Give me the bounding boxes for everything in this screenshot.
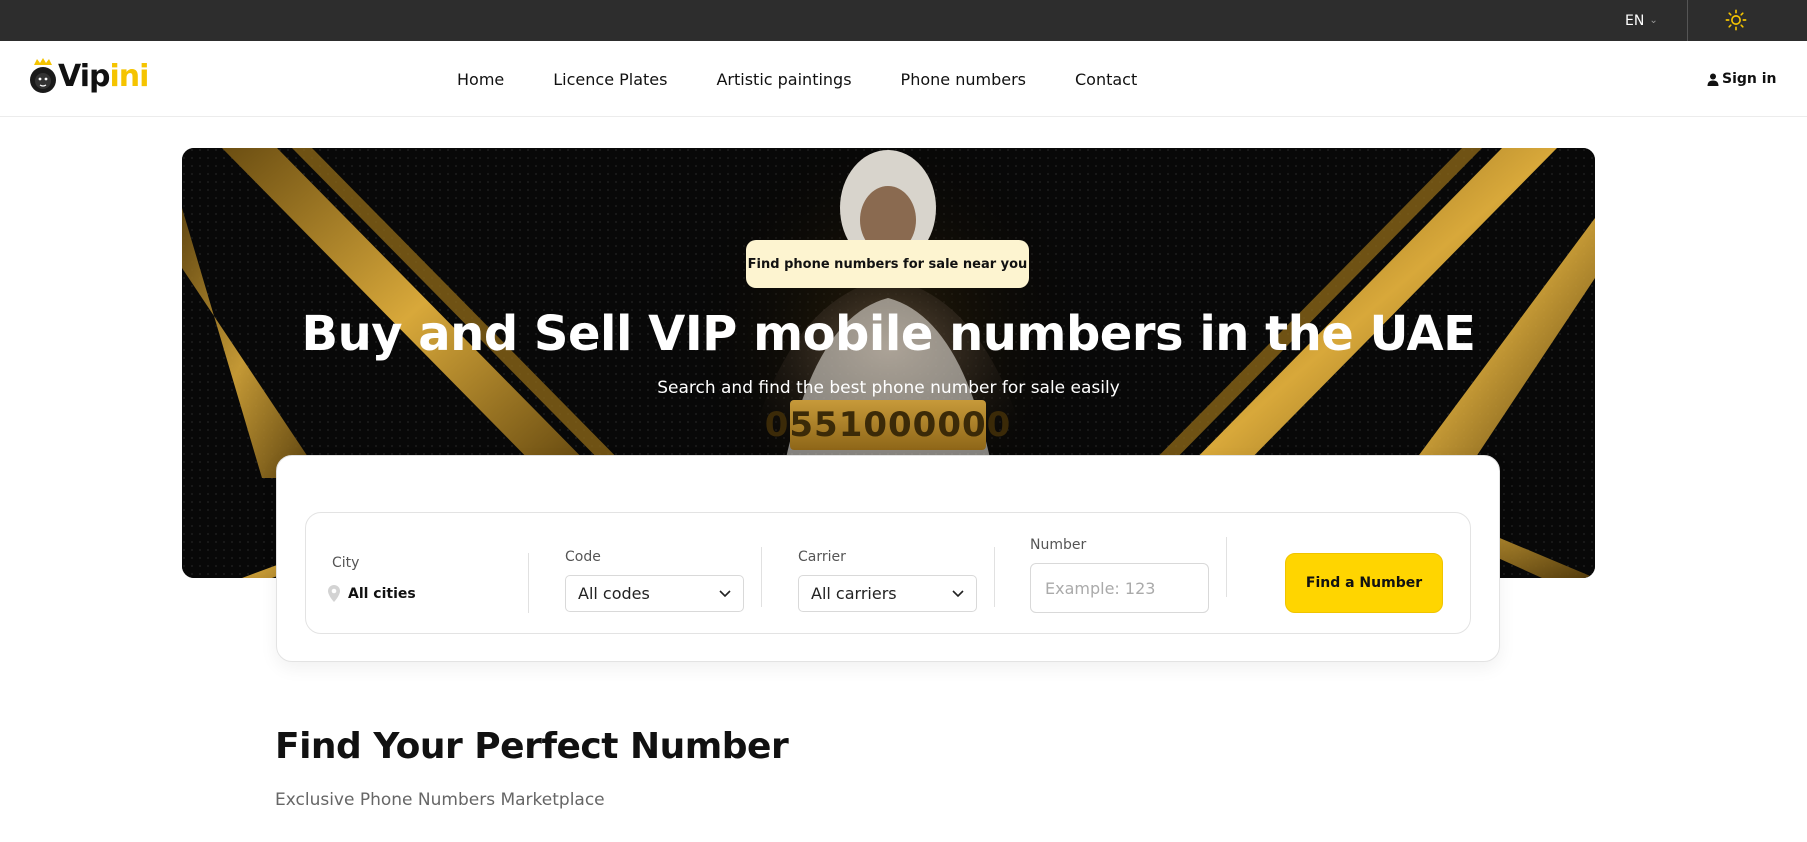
top-bar: EN ⌄: [0, 0, 1807, 41]
search-form: City All cities Code All codes Carrier A…: [305, 512, 1471, 634]
theme-toggle-button[interactable]: [1722, 6, 1750, 34]
nav-phone-numbers[interactable]: Phone numbers: [901, 70, 1026, 89]
nav-contact[interactable]: Contact: [1075, 70, 1137, 89]
city-label: City: [332, 555, 360, 571]
chevron-down-icon: [719, 589, 731, 597]
hero-title: Buy and Sell VIP mobile numbers in the U…: [301, 306, 1476, 362]
code-value: All codes: [578, 584, 650, 603]
carrier-label: Carrier: [798, 549, 846, 565]
location-pin-icon: [328, 585, 340, 602]
nav-home[interactable]: Home: [457, 70, 504, 89]
sun-icon: [1725, 9, 1747, 31]
chevron-down-icon: [952, 589, 964, 597]
logo[interactable]: Vip ini: [28, 51, 149, 101]
lion-crown-icon: [30, 58, 56, 93]
language-selector[interactable]: EN ⌄: [1625, 0, 1687, 41]
city-value: All cities: [348, 585, 416, 602]
number-input[interactable]: [1030, 563, 1209, 613]
topbar-divider: [1687, 0, 1688, 41]
city-field: City All cities: [306, 513, 528, 635]
hero-subtitle: Search and find the best phone number fo…: [657, 378, 1120, 398]
brand-name: Vip ini: [58, 58, 149, 94]
main-header: Vip ini Home Licence Plates Artistic pain…: [0, 41, 1807, 117]
number-field: Number: [994, 513, 1226, 635]
user-icon: [1707, 73, 1719, 86]
carrier-select[interactable]: All carriers: [798, 575, 977, 612]
section-subtitle: Exclusive Phone Numbers Marketplace: [275, 790, 605, 810]
field-divider: [1226, 537, 1227, 597]
chevron-down-icon: ⌄: [1649, 15, 1658, 26]
search-card: City All cities Code All codes Carrier A…: [276, 455, 1500, 662]
code-field: Code All codes: [528, 513, 761, 635]
sign-in-button[interactable]: Sign in: [1707, 41, 1777, 117]
code-select[interactable]: All codes: [565, 575, 744, 612]
nav-licence-plates[interactable]: Licence Plates: [553, 70, 667, 89]
section-title: Find Your Perfect Number: [275, 726, 789, 767]
sign-in-label: Sign in: [1722, 71, 1777, 87]
carrier-field: Carrier All carriers: [761, 513, 994, 635]
nav-artistic-paintings[interactable]: Artistic paintings: [716, 70, 851, 89]
language-label: EN: [1625, 12, 1645, 29]
hero-badge: Find phone numbers for sale near you: [746, 240, 1029, 288]
city-selector[interactable]: All cities: [328, 585, 416, 602]
code-label: Code: [565, 549, 601, 565]
hero-number-plate: 0551000000: [765, 400, 1010, 450]
find-number-button[interactable]: Find a Number: [1285, 553, 1443, 613]
main-nav: Home Licence Plates Artistic paintings P…: [457, 41, 1186, 117]
number-label: Number: [1030, 537, 1087, 553]
carrier-value: All carriers: [811, 584, 897, 603]
